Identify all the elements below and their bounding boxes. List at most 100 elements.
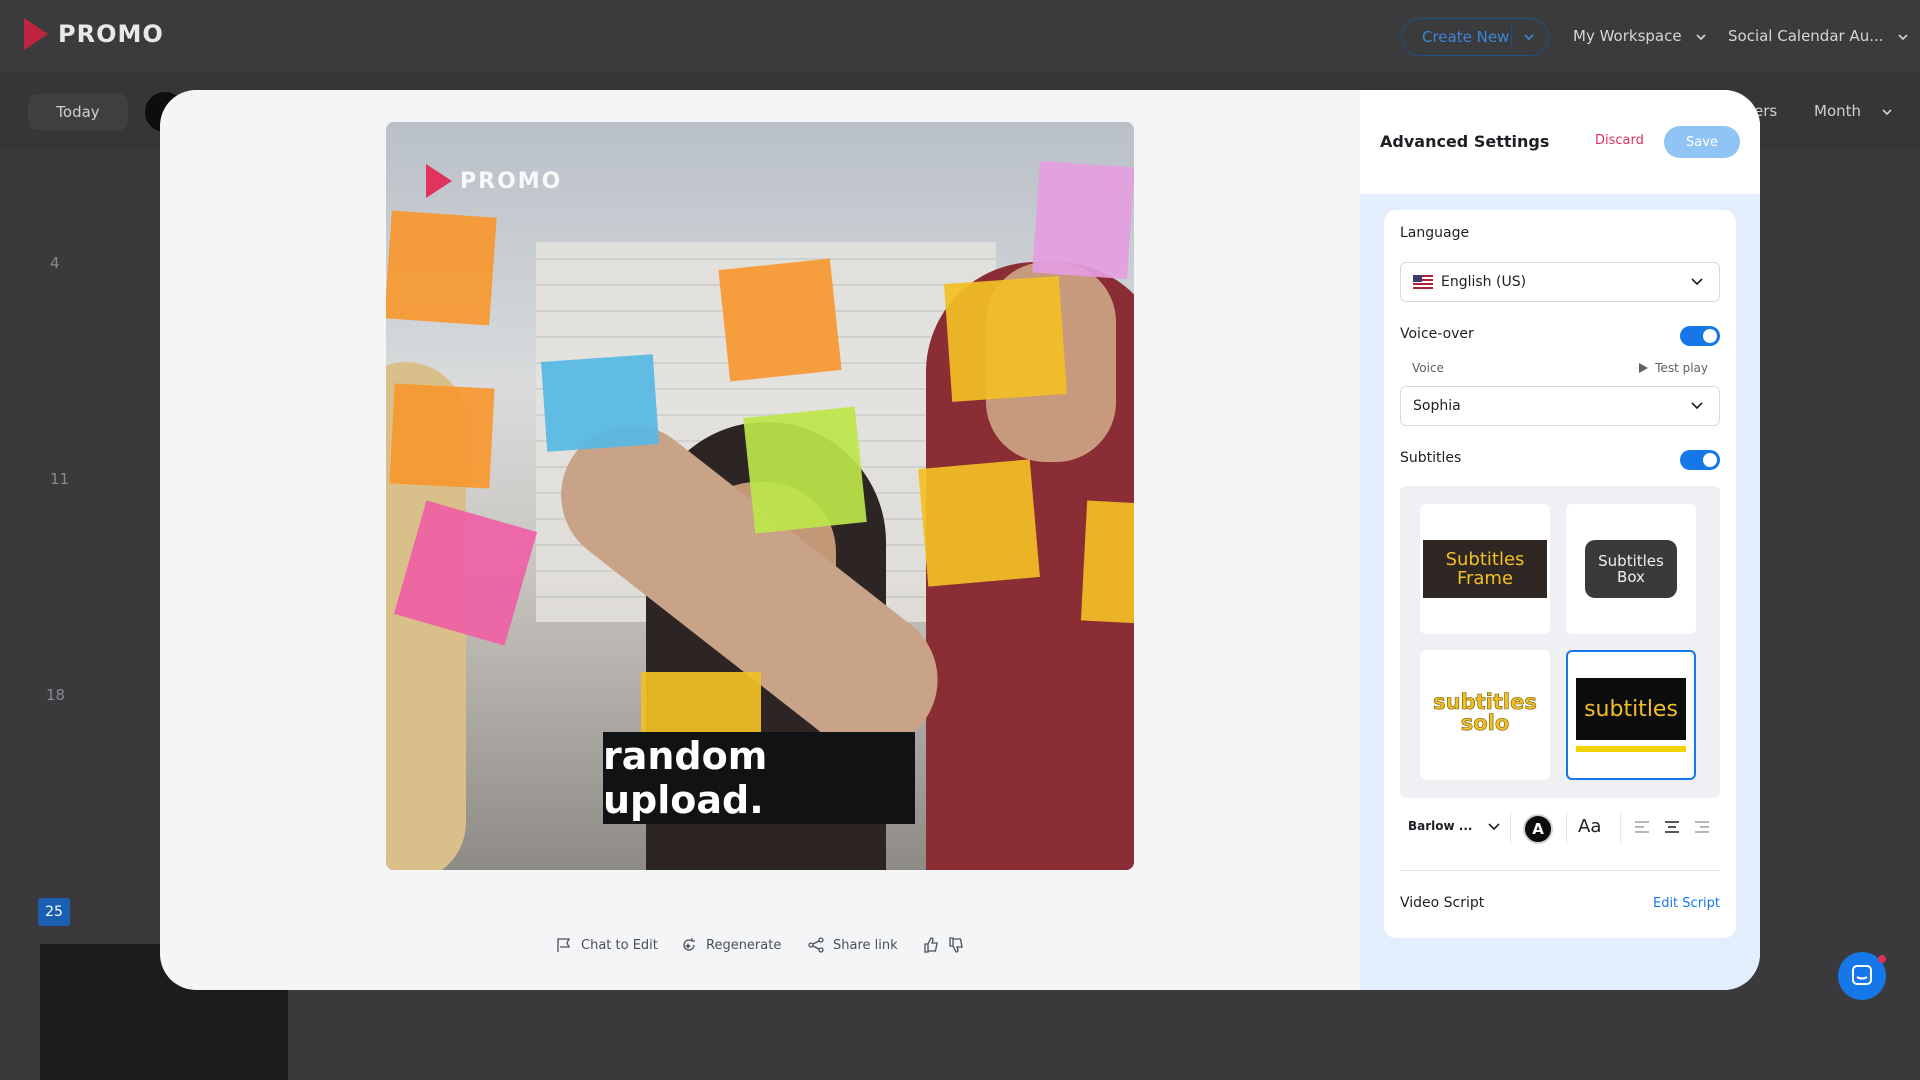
voice-select[interactable]: Sophia <box>1400 386 1720 426</box>
create-new-divider <box>1511 25 1512 49</box>
save-button[interactable]: Save <box>1664 126 1740 158</box>
language-value: English (US) <box>1441 274 1527 290</box>
chevron-down-icon <box>1898 33 1908 40</box>
regenerate-button[interactable]: Regenerate <box>680 936 781 954</box>
notification-dot <box>1878 955 1886 963</box>
language-label: Language <box>1400 225 1470 241</box>
panel-header: Advanced Settings Discard Save <box>1360 90 1760 194</box>
voiceover-toggle[interactable] <box>1680 326 1720 346</box>
toolbar-divider <box>1510 812 1511 844</box>
align-center-icon[interactable] <box>1664 820 1680 834</box>
style-solo-line1: subtitles <box>1433 690 1537 714</box>
style-bar-line1: subtitles <box>1584 696 1678 722</box>
share-icon <box>808 937 824 953</box>
workspace-label: My Workspace <box>1573 27 1682 45</box>
section-divider <box>1400 870 1720 871</box>
sticky-note <box>743 406 867 534</box>
style-bar-preview: subtitles <box>1576 678 1686 740</box>
voice-label: Voice <box>1412 361 1444 375</box>
video-watermark: PROMO <box>426 164 562 198</box>
regenerate-label: Regenerate <box>706 937 782 953</box>
style-box-preview: Subtitles Box <box>1585 540 1677 598</box>
promo-logo-icon <box>24 18 48 50</box>
sticky-note <box>1032 160 1134 280</box>
voiceover-label: Voice-over <box>1400 326 1474 342</box>
subtitle-style-box[interactable]: Subtitles Box <box>1566 504 1696 634</box>
style-frame-line1: Subtitles <box>1445 549 1525 570</box>
chat-flag-icon <box>557 938 571 952</box>
calendar-day-number: 4 <box>50 254 60 272</box>
video-script-label: Video Script <box>1400 895 1485 911</box>
chat-to-edit-button[interactable]: Chat to Edit <box>555 936 658 954</box>
chat-to-edit-label: Chat to Edit <box>581 937 658 953</box>
text-case-button[interactable]: Aa <box>1578 816 1601 837</box>
today-button[interactable]: Today <box>28 94 128 130</box>
calendar-day-highlight[interactable]: 25 <box>38 898 70 926</box>
align-right-icon[interactable] <box>1694 820 1710 834</box>
advanced-settings-panel: Advanced Settings Discard Save Language … <box>1360 90 1760 990</box>
regenerate-icon <box>683 938 695 951</box>
play-icon <box>1639 363 1649 373</box>
calendar-label: Social Calendar Au... <box>1728 27 1884 45</box>
calendar-day-number: 11 <box>50 470 70 488</box>
edit-script-link[interactable]: Edit Script <box>1653 896 1720 911</box>
subtitle-caption: random upload. <box>603 732 915 824</box>
settings-card: Language English (US) Voice-over Voice T… <box>1384 210 1736 938</box>
font-select[interactable]: Barlow ... <box>1408 818 1502 834</box>
style-frame-preview: Subtitles Frame <box>1423 540 1547 598</box>
panel-title: Advanced Settings <box>1380 132 1550 151</box>
video-actions-bar: Chat to Edit Regenerate Share link <box>160 936 1360 966</box>
style-frame-line2: Frame <box>1456 568 1514 589</box>
subtitles-label: Subtitles <box>1400 450 1462 466</box>
chevron-down-icon <box>1488 823 1501 831</box>
chevron-down-icon[interactable] <box>1522 30 1536 44</box>
sticky-note <box>918 459 1040 587</box>
test-play-button[interactable]: Test play <box>1637 361 1708 375</box>
app-logo[interactable]: PROMO <box>24 18 164 50</box>
chevron-down-icon <box>1691 402 1703 410</box>
thumbs-up-button[interactable] <box>922 936 940 954</box>
subtitle-style-solo[interactable]: subtitles solo <box>1420 650 1550 780</box>
calendar-day-number: 18 <box>46 686 66 704</box>
create-new-button[interactable]: Create New <box>1401 18 1549 56</box>
sticky-note <box>1080 500 1134 624</box>
support-chat-button[interactable] <box>1838 952 1886 1000</box>
watermark-text: PROMO <box>460 168 563 194</box>
sticky-note <box>718 258 842 382</box>
subtitle-style-grid: Subtitles Frame Subtitles Box subtitles … <box>1400 486 1720 798</box>
language-select[interactable]: English (US) <box>1400 262 1720 302</box>
view-label: Month <box>1814 102 1862 120</box>
voice-value: Sophia <box>1413 398 1461 414</box>
video-preview[interactable]: PROMO random upload. <box>386 122 1134 870</box>
promo-logo-icon <box>426 164 452 198</box>
brand-name: PROMO <box>58 20 164 48</box>
subtitles-toggle[interactable] <box>1680 450 1720 470</box>
share-link-button[interactable]: Share link <box>807 936 898 954</box>
align-left-icon[interactable] <box>1634 820 1650 834</box>
style-solo-line2: solo <box>1460 711 1510 735</box>
video-editor-modal: PROMO random upload. Chat to Edit Regene… <box>160 90 1760 990</box>
style-bar-underline <box>1576 746 1686 752</box>
font-color-button[interactable]: A <box>1523 814 1553 844</box>
discard-button[interactable]: Discard <box>1595 133 1644 148</box>
toolbar-divider <box>1566 812 1567 844</box>
thumbs-up-icon <box>924 937 938 953</box>
chevron-down-icon <box>1691 278 1703 286</box>
sticky-note <box>389 383 495 489</box>
workspace-dropdown[interactable]: My Workspace <box>1573 27 1708 45</box>
test-play-label: Test play <box>1655 361 1708 375</box>
thumbs-down-button[interactable] <box>947 936 965 954</box>
sticky-note <box>944 276 1067 402</box>
create-new-label: Create New <box>1422 28 1510 46</box>
sticky-note <box>540 354 660 452</box>
style-box-line2: Box <box>1617 568 1645 586</box>
calendar-dropdown[interactable]: Social Calendar Au... <box>1728 27 1910 45</box>
chevron-down-icon <box>1882 108 1892 115</box>
chevron-down-icon <box>1696 33 1706 40</box>
subtitle-style-bar[interactable]: subtitles <box>1566 650 1696 780</box>
share-link-label: Share link <box>833 937 898 953</box>
font-value: Barlow ... <box>1408 819 1473 833</box>
subtitle-style-frame[interactable]: Subtitles Frame <box>1420 504 1550 634</box>
view-dropdown[interactable]: Month <box>1814 102 1894 120</box>
app-header: PROMO Create New My Workspace Social Cal… <box>0 0 1920 72</box>
